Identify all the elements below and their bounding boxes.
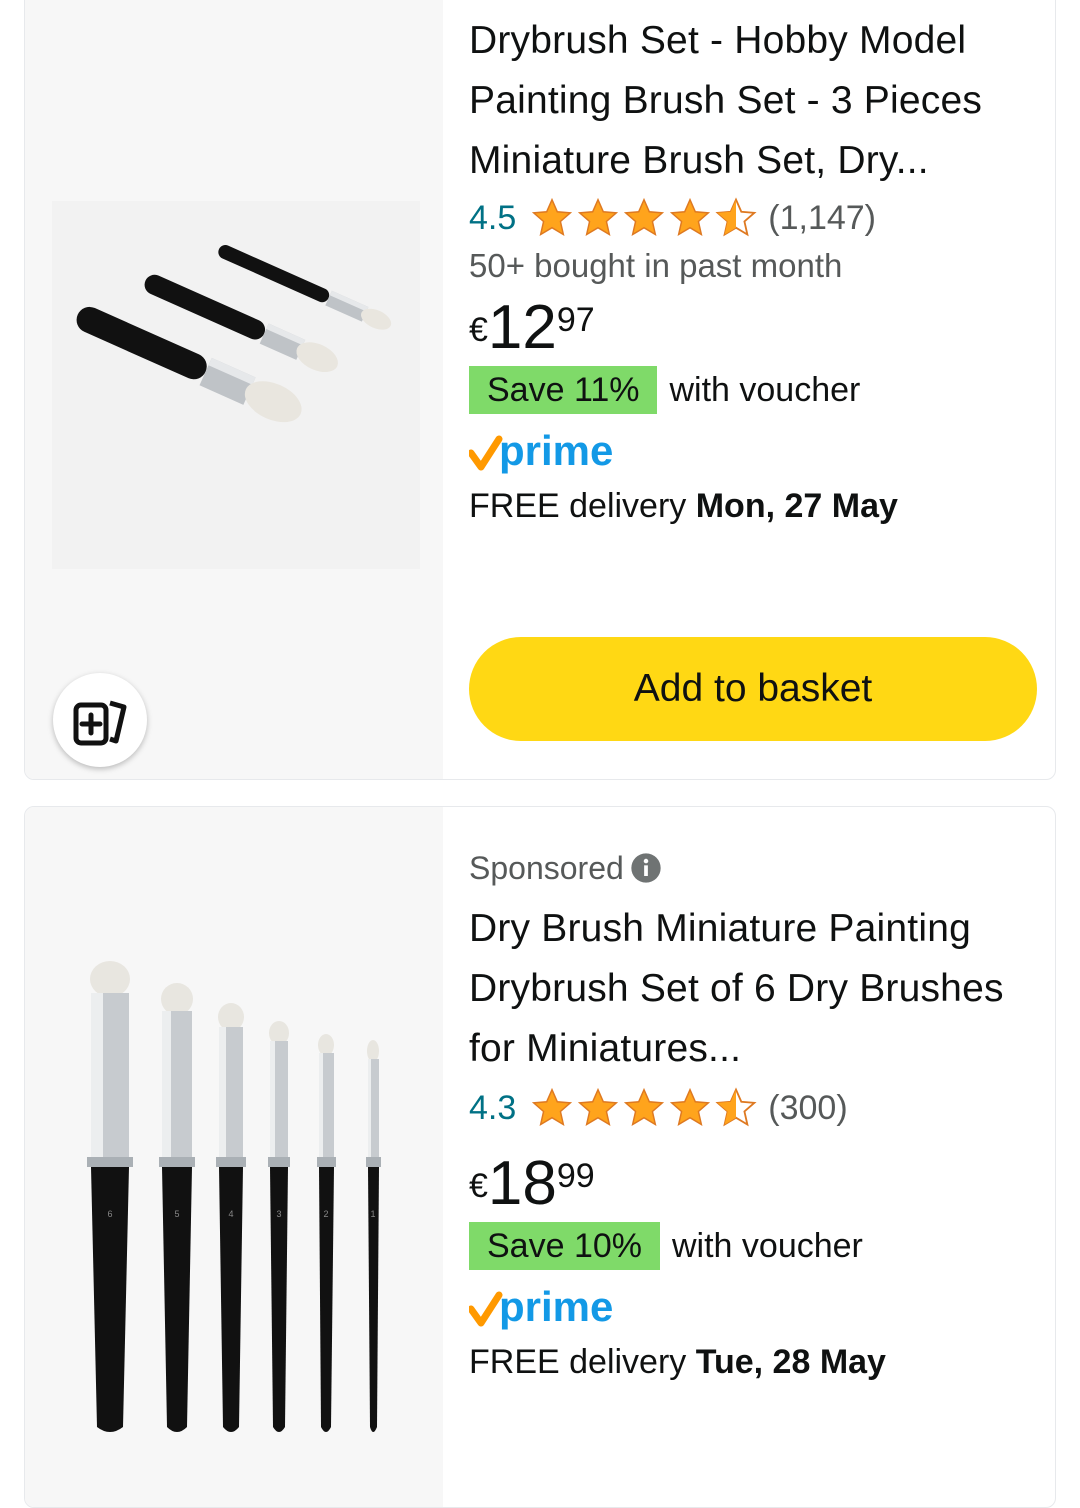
star-full-icon <box>532 1087 573 1127</box>
add-to-basket-button[interactable]: Add to basket <box>469 637 1037 741</box>
star-full-icon <box>670 1087 711 1127</box>
delivery-date: Mon, 27 May <box>695 487 898 525</box>
brush-number-label: 6 <box>107 1209 112 1219</box>
product-image[interactable]: 6 5 4 3 2 1 <box>25 807 443 1467</box>
star-full-icon <box>578 197 619 237</box>
price-fraction: 97 <box>556 301 595 339</box>
price-whole: 18 <box>487 1149 557 1218</box>
product-info: Sponsored Dry Brush Miniature Painting D… <box>469 807 1035 1387</box>
star-half-icon <box>715 1087 757 1127</box>
delivery-date: Tue, 28 May <box>695 1343 886 1381</box>
price-fraction: 99 <box>556 1157 595 1195</box>
price-currency: € <box>469 1167 488 1205</box>
delivery-prefix: FREE delivery <box>469 1343 687 1381</box>
voucher-row: Save 11% with voucher <box>469 365 1035 415</box>
star-full-icon <box>624 1087 665 1127</box>
rating-value[interactable]: 4.3 <box>469 1089 516 1128</box>
sponsored-text: Sponsored <box>469 849 624 886</box>
rating-row[interactable]: 4.3 (300) <box>469 1083 1035 1133</box>
price-currency: € <box>469 311 488 349</box>
voucher-text: with voucher <box>672 1226 863 1265</box>
compare-button[interactable] <box>53 673 147 767</box>
brush-number-label: 3 <box>276 1209 281 1219</box>
delivery-info: FREE delivery Mon, 27 May <box>469 481 1035 531</box>
prime-logo: prime <box>469 1283 613 1330</box>
product-info: Drybrush Set - Hobby Model Painting Brus… <box>469 0 1035 531</box>
delivery-prefix: FREE delivery <box>469 487 687 525</box>
compare-icon <box>73 700 127 746</box>
star-full-icon <box>624 197 665 237</box>
star-half-icon <box>715 197 757 237</box>
rating-row[interactable]: 4.5 (1,147) <box>469 193 1035 243</box>
star-full-icon <box>532 197 573 237</box>
product-image-pane[interactable]: 6 5 4 3 2 1 <box>25 807 443 1507</box>
info-icon[interactable] <box>630 852 662 884</box>
brush-number-label: 1 <box>370 1209 375 1219</box>
star-full-icon <box>670 197 711 237</box>
rating-count[interactable]: (300) <box>768 1089 847 1128</box>
product-image[interactable] <box>52 201 420 569</box>
prime-badge: prime <box>469 425 1035 481</box>
price-whole: 12 <box>487 293 557 362</box>
product-card[interactable]: Drybrush Set - Hobby Model Painting Brus… <box>24 0 1056 780</box>
product-title[interactable]: Dry Brush Miniature Painting Drybrush Se… <box>469 899 1035 1079</box>
product-image-pane[interactable] <box>25 0 443 779</box>
product-title[interactable]: Drybrush Set - Hobby Model Painting Brus… <box>469 11 1035 191</box>
rating-value[interactable]: 4.5 <box>469 199 516 238</box>
svg-text:prime: prime <box>499 427 613 474</box>
star-rating <box>530 1086 760 1130</box>
voucher-badge: Save 11% <box>469 366 658 414</box>
brush-number-label: 2 <box>323 1209 328 1219</box>
star-full-icon <box>578 1087 619 1127</box>
price: € 18 99 <box>469 1153 1035 1217</box>
brush-number-label: 4 <box>228 1209 233 1219</box>
voucher-badge: Save 10% <box>469 1222 660 1270</box>
voucher-text: with voucher <box>669 370 861 409</box>
brush-number-label: 5 <box>174 1209 179 1219</box>
prime-logo: prime <box>469 427 613 474</box>
rating-count[interactable]: (1,147) <box>768 199 876 238</box>
delivery-info: FREE delivery Tue, 28 May <box>469 1337 1035 1387</box>
star-rating <box>530 196 760 240</box>
prime-badge: prime <box>469 1281 1035 1337</box>
price: € 12 97 <box>469 297 1035 361</box>
voucher-row: Save 10% with voucher <box>469 1221 1035 1271</box>
product-card[interactable]: 6 5 4 3 2 1 Sponsored Dry Brush Miniatur… <box>24 806 1056 1508</box>
svg-text:prime: prime <box>499 1283 613 1330</box>
sponsored-label[interactable]: Sponsored <box>469 843 1035 893</box>
bought-count: 50+ bought in past month <box>469 247 843 284</box>
